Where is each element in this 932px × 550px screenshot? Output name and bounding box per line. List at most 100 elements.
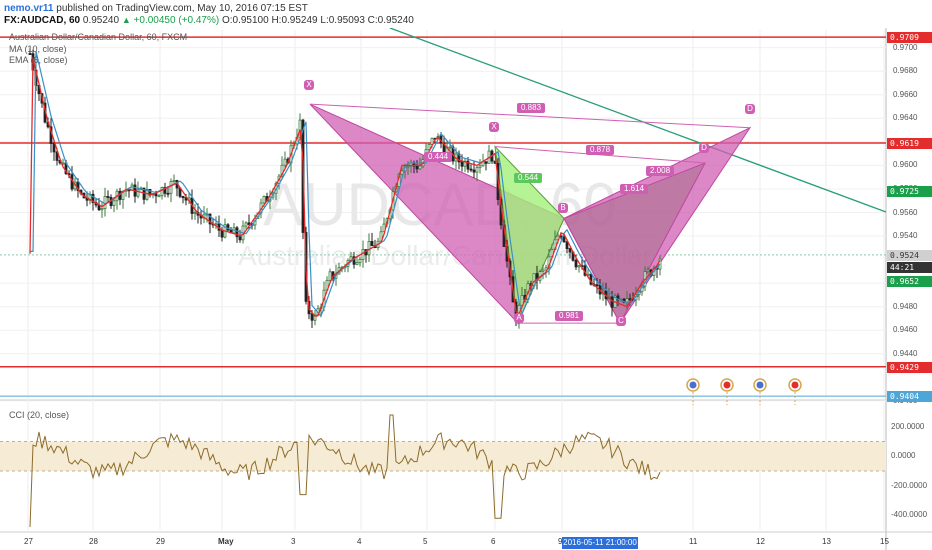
time-tick-label: 15	[880, 537, 889, 546]
candle-body	[358, 259, 362, 263]
candle-body	[262, 196, 266, 204]
candle-body	[283, 158, 287, 166]
publish-info: published on TradingView.com, May 10, 20…	[56, 3, 308, 14]
price-tick-label: 0.9460	[893, 325, 918, 335]
point-label: C	[616, 316, 626, 326]
price-badge: 0.9725	[887, 186, 932, 198]
candle-body	[328, 271, 332, 281]
point-label: X	[489, 122, 499, 132]
event-flag-dot	[756, 381, 764, 389]
ratio-label: 0.981	[555, 311, 584, 321]
price-tick-label: 0.9680	[893, 66, 918, 76]
ratio-label: 0.883	[517, 103, 546, 113]
time-tick-label: 29	[156, 537, 165, 546]
candle-body	[106, 196, 110, 198]
candle-body	[244, 222, 248, 227]
symbol: FX:AUDCAD, 60	[4, 15, 81, 26]
price-tick-label: 0.9640	[893, 113, 918, 123]
price-chart[interactable]: AUDCAD, 60Australian Dollar/Canadian Dol…	[0, 28, 932, 550]
candle-body	[238, 236, 242, 241]
candle-body	[370, 241, 374, 247]
time-crosshair-label: 2016-05-11 21:00:00	[562, 537, 638, 549]
candle-body	[418, 165, 422, 170]
event-flag-dot	[791, 381, 799, 389]
up-arrow-icon: ▲	[121, 15, 131, 25]
ratio-label: 1.614	[620, 184, 649, 194]
time-tick-label: 27	[24, 537, 33, 546]
point-label: A	[514, 313, 524, 323]
candle-body	[478, 165, 482, 169]
cci-tick-label: -400.0000	[891, 510, 928, 520]
time-tick-label: 3	[291, 537, 296, 546]
ratio-label: 2.008	[646, 166, 675, 176]
close-value: C:0.95240	[367, 15, 414, 26]
candle-body	[361, 249, 365, 260]
candle-body	[181, 195, 185, 199]
legend-ema[interactable]: EMA (6, close)	[9, 55, 68, 65]
price-badge: 0.9524	[887, 249, 932, 261]
price-badge: 0.9429	[887, 361, 932, 373]
legend-ma[interactable]: MA (10, close)	[9, 44, 67, 54]
candle-body	[193, 212, 197, 214]
legend-symbol-name: Australian Dollar/Canadian Dollar, 60, F…	[9, 32, 188, 42]
quote-line: FX:AUDCAD, 60 0.95240 ▲ +0.00450 (+0.47%…	[4, 15, 414, 26]
time-tick-label: 12	[756, 537, 765, 546]
candle-body	[541, 269, 545, 273]
price-tick-label: 0.9700	[893, 42, 918, 52]
cci-title: CCI (20, close)	[9, 410, 70, 420]
time-tick-label: 6	[491, 537, 496, 546]
price-tick-label: 0.9660	[893, 89, 918, 99]
open-value: O:0.95100	[221, 15, 269, 26]
candle-body	[562, 236, 566, 243]
last-price: 0.95240	[82, 15, 120, 26]
author-name[interactable]: nemo.vr11	[4, 3, 53, 14]
candle-body	[169, 181, 173, 194]
candle-body	[103, 196, 107, 209]
time-tick-label: 4	[357, 537, 362, 546]
cci-tick-label: -200.0000	[891, 480, 928, 490]
ratio-label: 0.544	[514, 173, 543, 183]
candle-body	[469, 168, 473, 171]
price-tick-label: 0.9440	[893, 348, 918, 358]
price-badge: 0.9404	[887, 391, 932, 403]
event-flag-dot	[723, 381, 731, 389]
candle-body	[472, 169, 476, 173]
publish-line: nemo.vr11 published on TradingView.com, …	[4, 3, 308, 14]
price-badge: 44:21	[887, 261, 932, 273]
candle-body	[568, 248, 572, 253]
low-value: L:0.95093	[320, 15, 365, 26]
event-flag-dot	[689, 381, 697, 389]
price-badge: 0.9652	[887, 275, 932, 287]
candle-body	[610, 296, 614, 308]
candle-body	[415, 165, 419, 170]
candle-body	[646, 269, 650, 272]
candle-body	[367, 241, 371, 256]
price-badge: 0.9619	[887, 138, 932, 150]
candle-body	[355, 262, 359, 265]
time-tick-label: 11	[689, 537, 698, 546]
candle-body	[574, 259, 578, 268]
candle-body	[166, 192, 170, 195]
point-label: B	[558, 203, 568, 213]
cci-tick-label: 200.0000	[891, 421, 925, 431]
candle-body	[460, 161, 464, 167]
candle-body	[172, 180, 176, 182]
price-tick-label: 0.9560	[893, 207, 918, 217]
price-tick-label: 0.9600	[893, 160, 918, 170]
candle-body	[310, 313, 314, 321]
time-tick-label: 28	[89, 537, 98, 546]
candle-body	[475, 167, 479, 173]
ratio-label: 0.444	[424, 152, 453, 162]
candle-body	[625, 298, 629, 303]
candle-body	[406, 165, 410, 168]
candle-body	[577, 265, 581, 268]
candle-body	[157, 195, 161, 198]
candle-body	[628, 298, 632, 301]
time-tick-label: May	[218, 537, 234, 546]
candle-body	[484, 161, 488, 164]
point-label: D	[699, 143, 709, 153]
candle-body	[595, 284, 599, 287]
candle-body	[112, 200, 116, 206]
price-tick-label: 0.9540	[893, 231, 918, 241]
ratio-label: 0.878	[586, 145, 615, 155]
